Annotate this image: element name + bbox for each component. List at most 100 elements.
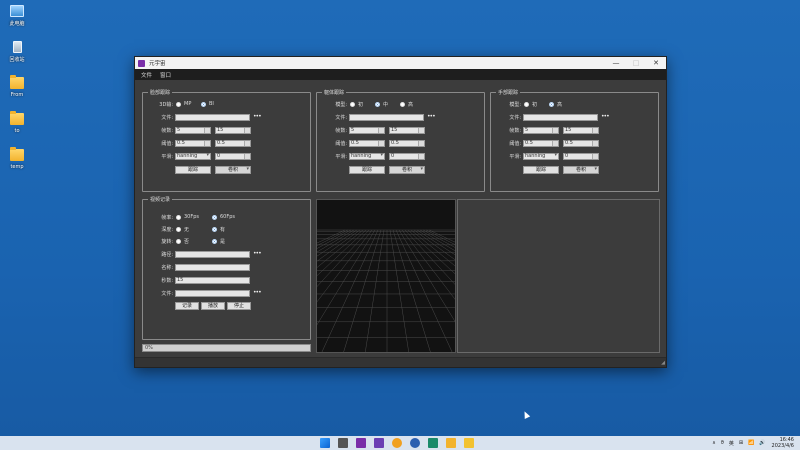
track-button[interactable]: 跟踪 xyxy=(175,166,211,174)
radio-low[interactable]: 初 xyxy=(524,101,537,108)
radio-low[interactable]: 初 xyxy=(350,101,363,108)
menu-file[interactable]: 文件 xyxy=(141,71,152,79)
threshold-max-spinbox[interactable]: 0.5 xyxy=(563,140,599,147)
method-select[interactable]: 卷积 xyxy=(215,166,251,174)
model-label: 模型: xyxy=(509,102,521,108)
radio-depth-off[interactable]: 无 xyxy=(176,226,189,233)
file-explorer-icon[interactable] xyxy=(446,438,456,448)
radio-high[interactable]: 高 xyxy=(400,101,413,108)
record-button[interactable]: 记录 xyxy=(175,302,199,310)
threshold-min-spinbox[interactable]: 0.5 xyxy=(175,140,211,147)
browse-icon[interactable]: ••• xyxy=(253,113,262,120)
file-input[interactable] xyxy=(175,114,250,121)
desktop-icon-temp[interactable]: temp xyxy=(4,147,30,184)
browse-icon[interactable]: ••• xyxy=(601,113,610,120)
group-title: 手部跟踪 xyxy=(496,89,521,96)
path-input[interactable] xyxy=(175,251,250,258)
fps-min-spinbox[interactable]: 5 xyxy=(175,127,211,134)
menu-window[interactable]: 窗口 xyxy=(160,71,171,79)
radio-on-icon xyxy=(549,102,554,107)
tray-display-icon[interactable]: ⊞ xyxy=(739,440,743,446)
file-label: 文件: xyxy=(161,291,173,297)
radio-depth-on[interactable]: 有 xyxy=(212,226,225,233)
desktop-icon-to[interactable]: to xyxy=(4,111,30,148)
radio-label: 高 xyxy=(557,102,563,108)
settings-icon[interactable] xyxy=(410,438,420,448)
threshold-max-spinbox[interactable]: 0.5 xyxy=(215,140,251,147)
fps-min-spinbox[interactable]: 5 xyxy=(349,127,385,134)
desktop-icon-computer[interactable]: 此电脑 xyxy=(4,4,30,40)
radio-bi[interactable]: BI xyxy=(201,101,214,107)
method-select[interactable]: 卷积 xyxy=(389,166,425,174)
taskbar: ∧ ϑ 英 ⊞ 📶 🔊 16:46 2023/4/6 xyxy=(0,436,800,450)
smooth-spinbox[interactable]: 0 xyxy=(389,153,425,160)
start-icon[interactable] xyxy=(320,438,330,448)
track-button[interactable]: 跟踪 xyxy=(523,166,559,174)
smooth-spinbox[interactable]: 0 xyxy=(563,153,599,160)
radio-30fps[interactable]: 30Fps xyxy=(176,214,199,220)
radio-high[interactable]: 高 xyxy=(549,101,562,108)
browse-icon[interactable]: ••• xyxy=(427,113,436,120)
fps-max-spinbox[interactable]: 15 xyxy=(389,127,425,134)
track-button[interactable]: 跟踪 xyxy=(349,166,385,174)
minimize-button[interactable]: — xyxy=(606,57,626,69)
3d-viewport[interactable] xyxy=(316,199,456,353)
close-button[interactable]: ✕ xyxy=(646,57,666,69)
radio-60fps[interactable]: 60Fps xyxy=(212,214,235,220)
play-button[interactable]: 播放 xyxy=(201,302,225,310)
volume-icon[interactable]: 🔊 xyxy=(759,440,765,446)
desktop-icon-recycle-bin[interactable]: 回收站 xyxy=(4,40,30,76)
title-bar[interactable]: 元宇宙 — □ ✕ xyxy=(135,57,666,69)
preview-panel xyxy=(457,199,660,353)
wifi-icon[interactable]: 📶 xyxy=(748,440,754,446)
file-input[interactable] xyxy=(523,114,598,121)
app-window-taskbar-icon[interactable] xyxy=(374,438,384,448)
browser-icon[interactable] xyxy=(392,438,402,448)
body-tracking-group: 躯体跟踪 模型: 初 中 高 文件: ••• 帧数: 5 15 阈值: 0.5 … xyxy=(316,89,485,192)
smooth-select[interactable]: hanning xyxy=(175,153,211,160)
video-record-group: 视频记录 帧率: 30Fps 60Fps 深度: 无 有 旋转: 否 是 路径:… xyxy=(142,196,311,340)
smooth-select[interactable]: hanning xyxy=(523,153,559,160)
fps-max-spinbox[interactable]: 15 xyxy=(215,127,251,134)
threshold-min-spinbox[interactable]: 0.5 xyxy=(523,140,559,147)
tray-network-agent-icon[interactable]: ϑ xyxy=(721,440,724,446)
smooth-select[interactable]: hanning xyxy=(349,153,385,160)
method-select[interactable]: 卷积 xyxy=(563,166,599,174)
window-title: 元宇宙 xyxy=(149,61,166,67)
mouse-cursor-icon xyxy=(521,410,531,419)
notepad-icon[interactable] xyxy=(338,438,348,448)
threshold-min-spinbox[interactable]: 0.5 xyxy=(349,140,385,147)
seconds-input[interactable]: 15 xyxy=(175,277,250,284)
resize-grip-icon[interactable]: ◢ xyxy=(661,360,665,366)
name-input[interactable] xyxy=(175,264,250,271)
clock[interactable]: 16:46 2023/4/6 xyxy=(772,437,794,449)
radio-mp[interactable]: MP xyxy=(176,101,191,107)
stop-button[interactable]: 停止 xyxy=(227,302,251,310)
radio-rotate-no[interactable]: 否 xyxy=(176,238,189,245)
radio-label: 有 xyxy=(220,227,226,233)
fps-max-spinbox[interactable]: 15 xyxy=(563,127,599,134)
threshold-max-spinbox[interactable]: 0.5 xyxy=(389,140,425,147)
file-input[interactable] xyxy=(349,114,424,121)
browse-icon[interactable]: ••• xyxy=(253,250,262,257)
browse-icon[interactable]: ••• xyxy=(253,289,262,296)
threshold-label: 阈值: xyxy=(161,141,173,147)
desktop-icon-from[interactable]: From xyxy=(4,75,30,112)
radio-rotate-yes[interactable]: 是 xyxy=(212,238,225,245)
radio-mid[interactable]: 中 xyxy=(375,101,388,108)
sticky-notes-icon[interactable] xyxy=(464,438,474,448)
fps-min-spinbox[interactable]: 5 xyxy=(523,127,559,134)
file-label: 文件: xyxy=(335,115,347,121)
clock-date: 2023/4/6 xyxy=(771,443,794,449)
radio-off-icon xyxy=(176,101,181,107)
file-input[interactable] xyxy=(175,290,250,297)
smooth-spinbox[interactable]: 0 xyxy=(215,153,251,160)
visual-studio-icon[interactable] xyxy=(356,438,366,448)
terminal-icon[interactable] xyxy=(428,438,438,448)
path-label: 路径: xyxy=(161,252,173,258)
input-method-indicator[interactable]: 英 xyxy=(729,440,734,447)
smooth-label: 平滑: xyxy=(335,154,347,160)
mode-label: 3D输: xyxy=(159,102,173,108)
tray-expand-icon[interactable]: ∧ xyxy=(712,440,716,446)
maximize-button[interactable]: □ xyxy=(626,57,646,69)
